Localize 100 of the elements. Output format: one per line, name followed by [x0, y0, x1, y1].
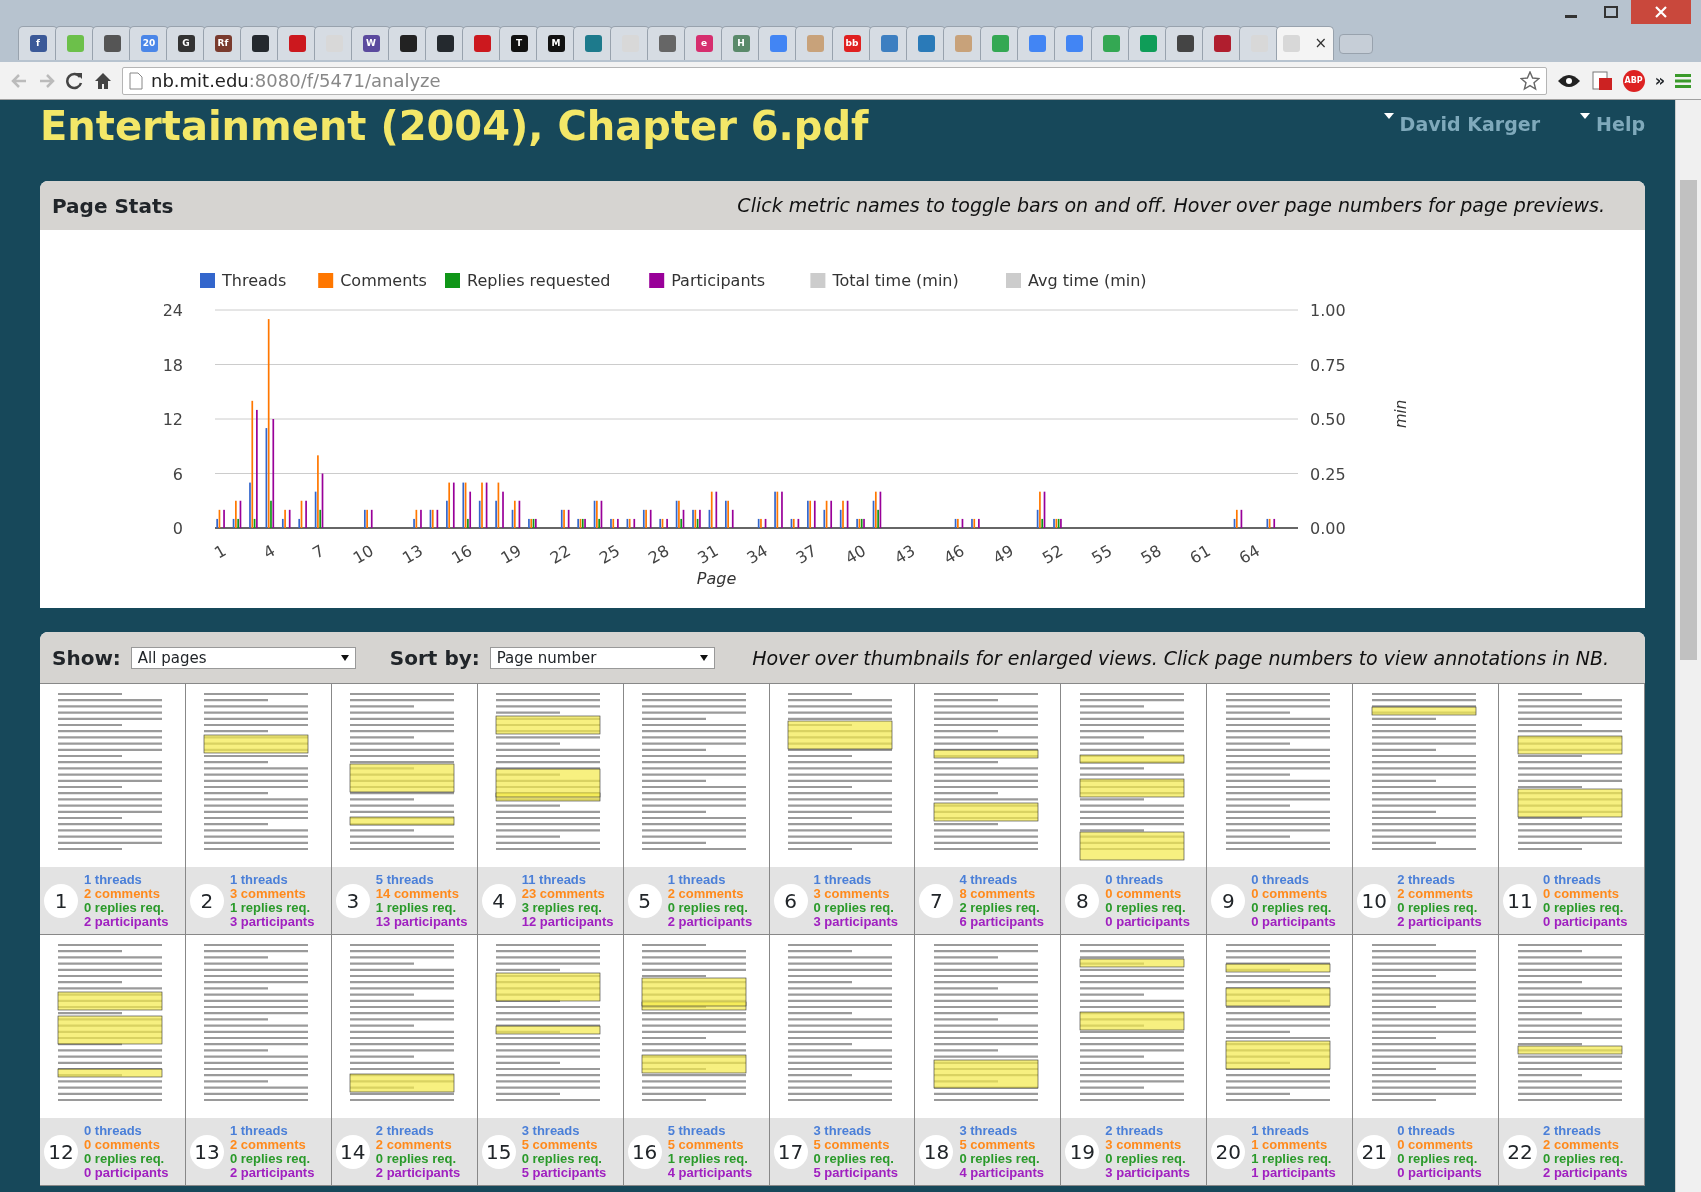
- threads-count: 1 threads: [667, 872, 727, 887]
- replies-count: 0 replies req.: [84, 900, 166, 915]
- page-number-link[interactable]: 3: [335, 883, 370, 918]
- browser-tab[interactable]: W: [351, 26, 391, 60]
- replies-count: 0 replies req.: [1397, 900, 1479, 915]
- dropdown[interactable]: All pages: [130, 647, 356, 669]
- threads-count: 11 threads: [521, 872, 588, 887]
- adblock-icon[interactable]: ABP: [1622, 69, 1645, 92]
- axis-tick-label: 61: [1186, 541, 1214, 568]
- axis-tick-label: 13: [399, 541, 427, 568]
- axis-tick-label: 43: [891, 541, 919, 568]
- participants-count: 6 participants: [959, 914, 1044, 929]
- close-icon[interactable]: ×: [1314, 32, 1327, 55]
- axis-title: min: [1392, 399, 1410, 428]
- browser-tab[interactable]: f: [18, 26, 58, 60]
- comments-count: 2 comments: [229, 1137, 307, 1152]
- replies-count: 0 replies req.: [1397, 1151, 1479, 1166]
- legend-item[interactable]: Comments: [318, 271, 427, 290]
- favicon-icon: 20: [140, 35, 158, 52]
- browser-tab[interactable]: Rf: [203, 26, 243, 60]
- browser-tab[interactable]: bb: [832, 26, 872, 60]
- threads-count: 0 threads: [1397, 1123, 1456, 1138]
- comments-count: 3 comments: [1105, 1137, 1183, 1152]
- axis-tick-label: 40: [842, 541, 870, 568]
- page-number-link[interactable]: 15: [481, 1134, 516, 1169]
- axis-tick-label: 31: [694, 541, 722, 568]
- page-number-link[interactable]: 9: [1211, 883, 1246, 918]
- browser-tab[interactable]: ×: [1276, 26, 1334, 60]
- page-number-link[interactable]: 19: [1065, 1134, 1100, 1169]
- menu-link[interactable]: Help: [1596, 110, 1645, 139]
- legend-item[interactable]: Avg time (min): [1006, 271, 1147, 290]
- page-number-link[interactable]: 6: [773, 883, 808, 918]
- sort-label: Sort by:: [389, 645, 480, 672]
- axis-tick-label: 58: [1137, 541, 1165, 568]
- axis-tick-label: 0.75: [1310, 355, 1346, 375]
- threads-count: 0 threads: [1251, 872, 1311, 887]
- page-number-link[interactable]: 20: [1211, 1134, 1246, 1169]
- browser-tab[interactable]: G: [166, 26, 206, 60]
- favicon-icon: bb: [843, 35, 861, 52]
- page-number-link[interactable]: 2: [189, 883, 224, 918]
- page-number-link[interactable]: 7: [919, 883, 954, 918]
- legend-label: Participants: [671, 271, 766, 290]
- replies-count: 0 replies req.: [667, 900, 749, 915]
- page-number-link[interactable]: 4: [481, 883, 516, 918]
- menu-link[interactable]: David Karger: [1399, 110, 1541, 139]
- dropdown[interactable]: Page number: [489, 647, 715, 669]
- browser-tab[interactable]: 20: [129, 26, 169, 60]
- overflow-button[interactable]: »: [1654, 68, 1665, 93]
- participants-count: 0 participants: [1251, 914, 1336, 929]
- comments-count: 2 comments: [84, 886, 161, 901]
- page-number-link[interactable]: 12: [44, 1134, 78, 1169]
- axis-tick-label: 19: [497, 541, 525, 568]
- page-number-link[interactable]: 21: [1357, 1134, 1392, 1169]
- axis-tick-label: 4: [260, 541, 279, 563]
- browser-tab[interactable]: H: [721, 26, 761, 60]
- page-number-link[interactable]: 22: [1503, 1134, 1538, 1169]
- browser-tab[interactable]: M: [536, 26, 576, 60]
- comments-count: 2 comments: [667, 886, 745, 901]
- browser-tab[interactable]: e: [684, 26, 724, 60]
- page-number-link[interactable]: 13: [189, 1134, 224, 1169]
- page-number-link[interactable]: 14: [335, 1134, 370, 1169]
- axis-tick-label: 55: [1088, 541, 1116, 568]
- page-number-link[interactable]: 10: [1357, 883, 1392, 918]
- comments-count: 0 comments: [1397, 1137, 1475, 1152]
- participants-count: 4 participants: [959, 1165, 1044, 1180]
- axis-tick-label: 7: [309, 541, 328, 563]
- axis-tick-label: 64: [1235, 541, 1263, 568]
- page-number-link[interactable]: 18: [919, 1134, 954, 1169]
- axis-tick-label: 16: [448, 541, 476, 568]
- comments-count: 8 comments: [959, 886, 1037, 901]
- page-number-link[interactable]: 17: [773, 1134, 808, 1169]
- favicon-icon: M: [547, 35, 565, 52]
- axis-tick-label: 28: [645, 541, 673, 568]
- legend-label: Threads: [221, 271, 287, 290]
- page-number-link[interactable]: 16: [627, 1134, 662, 1169]
- comments-count: 5 comments: [959, 1137, 1037, 1152]
- replies-count: 1 replies req.: [1251, 1151, 1333, 1166]
- threads-count: 4 threads: [959, 872, 1019, 887]
- comments-count: 3 comments: [813, 886, 891, 901]
- replies-count: 0 replies req.: [84, 1151, 166, 1166]
- page-number-link[interactable]: 5: [627, 883, 662, 918]
- legend-item[interactable]: Total time (min): [810, 271, 959, 290]
- threads-count: 0 threads: [84, 1123, 143, 1138]
- favicon-icon: Rf: [214, 35, 232, 52]
- page-number-link[interactable]: 11: [1503, 883, 1538, 918]
- page-number-link[interactable]: 1: [44, 883, 78, 918]
- browser-tab[interactable]: T: [499, 26, 539, 60]
- threads-count: 0 threads: [1543, 872, 1602, 887]
- participants-count: 0 participants: [1397, 1165, 1482, 1180]
- page-number-link[interactable]: 8: [1065, 883, 1100, 918]
- legend-item[interactable]: Threads: [200, 271, 287, 290]
- comments-count: 1 comments: [1251, 1137, 1329, 1152]
- axis-tick-label: 0: [172, 519, 183, 538]
- threads-count: 1 threads: [229, 872, 289, 887]
- replies-count: 0 replies req.: [1543, 900, 1625, 915]
- legend-item[interactable]: Replies requested: [445, 271, 611, 290]
- replies-count: 0 replies req.: [521, 1151, 603, 1166]
- threads-count: 1 threads: [1251, 1123, 1311, 1138]
- legend-label: Comments: [340, 271, 427, 290]
- legend-item[interactable]: Participants: [649, 271, 766, 290]
